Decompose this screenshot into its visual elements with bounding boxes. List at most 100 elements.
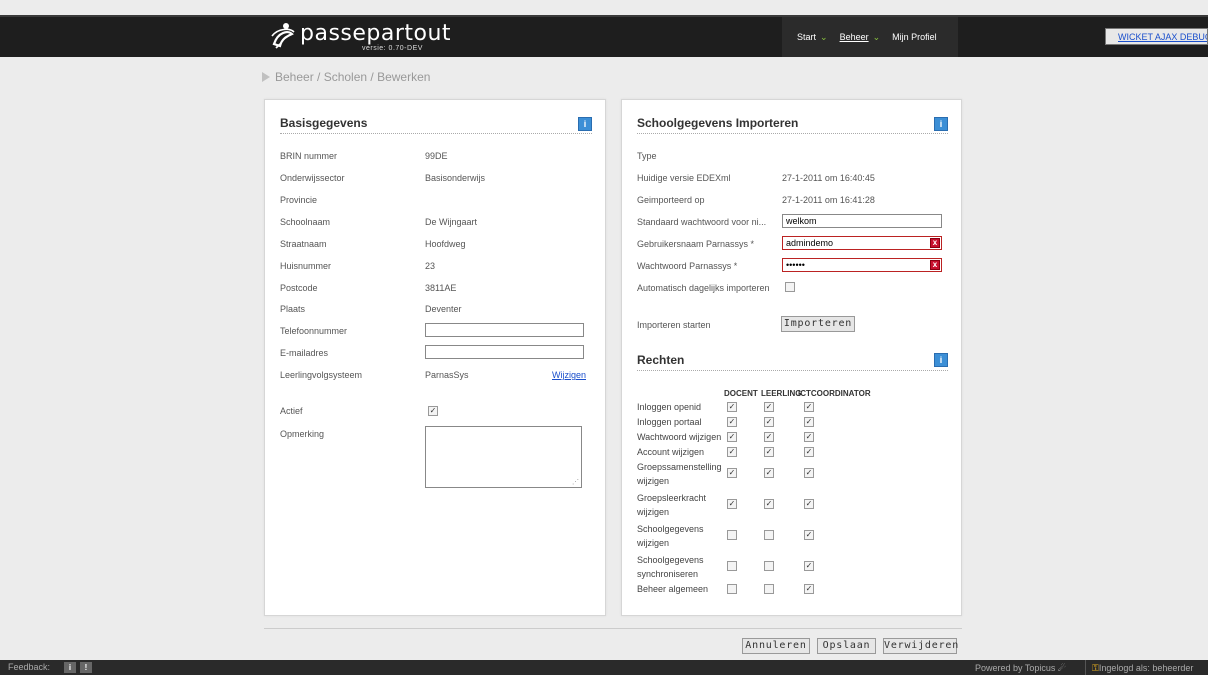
verwijderen-button[interactable]: Verwijderen	[883, 638, 958, 654]
rechten-checkbox-docent[interactable]: ✓	[727, 499, 737, 509]
nav-start-label: Start	[797, 31, 817, 42]
rechten-row-label: Inloggen portaal	[637, 417, 702, 427]
rechten-row-label: Wachtwoord wijzigen	[637, 432, 722, 442]
import-title: Schoolgegevens Importeren	[637, 116, 799, 130]
nav-mijn-profiel[interactable]: Mijn Profiel	[892, 32, 937, 42]
rechten-checkbox-leerling[interactable]: ✓	[764, 402, 774, 412]
actief-label: Actief	[280, 406, 303, 416]
breadcrumb-text: Beheer / Scholen / Bewerken	[275, 70, 431, 84]
rechten-checkbox-ictcoordinator[interactable]: ✓	[804, 468, 814, 478]
geimporteerd-value: 27-1-2011 om 16:41:28	[782, 195, 875, 205]
rechten-checkbox-docent[interactable]: ✓	[727, 432, 737, 442]
resize-grip-icon[interactable]: ⋰	[572, 478, 579, 486]
wicket-ajax-debug-link[interactable]: WICKET AJAX DEBUG	[1105, 28, 1208, 45]
opmerking-label: Opmerking	[280, 429, 325, 439]
huidige-versie-value: 27-1-2011 om 16:40:45	[782, 173, 875, 183]
rechten-checkbox-ictcoordinator[interactable]: ✓	[804, 402, 814, 412]
opmerking-textarea[interactable]: ⋰	[425, 426, 582, 488]
basisgegevens-title: Basisgegevens	[280, 116, 368, 130]
rechten-checkbox-leerling[interactable]: ✓	[764, 499, 774, 509]
logged-in: ⚿Ingelogd als: beheerder	[1092, 663, 1193, 674]
standaard-wachtwoord-input[interactable]	[782, 214, 942, 228]
info-icon[interactable]: i	[934, 117, 948, 131]
rechten-checkbox-leerling[interactable]: ✓	[764, 447, 774, 457]
rechten-checkbox-ictcoordinator[interactable]: ✓	[804, 561, 814, 571]
rechten-checkbox-docent[interactable]	[727, 561, 737, 571]
rechten-row-label: Beheer algemeen	[637, 584, 709, 594]
col-docent: DOCENT	[724, 389, 758, 398]
rechten-checkbox-docent[interactable]: ✓	[727, 447, 737, 457]
info-icon[interactable]: i	[578, 117, 592, 131]
bottom-bar: Feedback: i ! Powered by Topicus ☄ ⚿Inge…	[0, 660, 1208, 675]
chevron-down-icon: ⌄	[820, 31, 828, 42]
straatnaam-label: Straatnaam	[280, 239, 327, 249]
col-leerling: LEERLING	[761, 389, 802, 398]
nav-beheer-label: Beheer	[839, 31, 869, 42]
info-icon[interactable]: i	[934, 353, 948, 367]
rechten-checkbox-docent[interactable]: ✓	[727, 468, 737, 478]
version-label: versie: 0.70-DEV	[362, 45, 423, 52]
gebruikersnaam-input[interactable]	[782, 236, 942, 250]
annuleren-button[interactable]: Annuleren	[742, 638, 810, 654]
rechten-row-label: Inloggen openid	[637, 402, 702, 412]
provincie-label: Provincie	[280, 195, 318, 205]
leerlingvolgsysteem-label: Leerlingvolgsysteem	[280, 370, 363, 380]
rechten-row-label: Account wijzigen	[637, 447, 705, 457]
rechten-checkbox-docent[interactable]: ✓	[727, 402, 737, 412]
passepartout-logo-icon	[271, 23, 295, 49]
nav-start[interactable]: Start ⌄	[797, 32, 828, 43]
huisnummer-value: 23	[425, 261, 436, 271]
feedback-label: Feedback:	[8, 662, 51, 672]
brin-value: 99DE	[425, 151, 448, 161]
rechten-title: Rechten	[637, 353, 685, 367]
feedback-info-icon[interactable]: i	[64, 662, 76, 673]
rechten-checkbox-leerling[interactable]	[764, 584, 774, 594]
automatisch-importeren-checkbox[interactable]	[785, 282, 795, 292]
onderwijssector-value: Basisonderwijs	[425, 173, 486, 183]
rechten-checkbox-leerling[interactable]: ✓	[764, 417, 774, 427]
gebruikersnaam-label: Gebruikersnaam Parnassys *	[637, 239, 755, 249]
rechten-row-label: Schoolgegevens wijzigen	[637, 524, 704, 548]
geimporteerd-label: Geimporteerd op	[637, 195, 705, 205]
powered-by: Powered by Topicus ☄	[975, 663, 1066, 674]
rechten-checkbox-leerling[interactable]	[764, 561, 774, 571]
rechten-checkbox-docent[interactable]	[727, 530, 737, 540]
standaard-wachtwoord-label: Standaard wachtwoord voor ni...	[637, 217, 767, 227]
actief-checkbox[interactable]: ✓	[428, 406, 438, 416]
emailadres-input[interactable]	[425, 345, 584, 359]
plaats-label: Plaats	[280, 304, 306, 314]
automatisch-importeren-label: Automatisch dagelijks importeren	[637, 283, 770, 293]
importeren-button[interactable]: Importeren	[781, 316, 855, 332]
rechten-checkbox-leerling[interactable]	[764, 530, 774, 540]
wachtwoord-input[interactable]	[782, 258, 942, 272]
divider	[637, 133, 948, 134]
rechten-checkbox-leerling[interactable]: ✓	[764, 432, 774, 442]
breadcrumb: Beheer / Scholen / Bewerken	[262, 70, 430, 84]
rechten-row-label: Schoolgegevens synchroniseren	[637, 555, 704, 579]
postcode-value: 3811AE	[425, 283, 457, 293]
opslaan-button[interactable]: Opslaan	[817, 638, 876, 654]
wijzigen-link[interactable]: Wijzigen	[552, 370, 586, 380]
rechten-checkbox-ictcoordinator[interactable]: ✓	[804, 417, 814, 427]
leerlingvolgsysteem-value: ParnasSys	[425, 370, 469, 380]
rechten-checkbox-ictcoordinator[interactable]: ✓	[804, 499, 814, 509]
rechten-checkbox-ictcoordinator[interactable]: ✓	[804, 447, 814, 457]
feedback-alert-icon[interactable]: !	[80, 662, 92, 673]
col-ictcoordinator: ICTCOORDINATOR	[798, 389, 871, 398]
rechten-checkbox-ictcoordinator[interactable]: ✓	[804, 584, 814, 594]
powered-by-label: Powered by Topicus	[975, 663, 1056, 673]
rechten-checkbox-docent[interactable]: ✓	[727, 417, 737, 427]
logo-text: passepartout	[300, 21, 452, 46]
error-icon: x	[930, 238, 940, 248]
telefoonnummer-input[interactable]	[425, 323, 584, 337]
huisnummer-label: Huisnummer	[280, 261, 332, 271]
main-nav: Start ⌄ Beheer ⌄ Mijn Profiel	[782, 17, 958, 57]
emailadres-label: E-mailadres	[280, 348, 329, 358]
postcode-label: Postcode	[280, 283, 318, 293]
chevron-down-icon: ⌄	[872, 31, 881, 42]
rechten-checkbox-ictcoordinator[interactable]: ✓	[804, 530, 814, 540]
rechten-checkbox-ictcoordinator[interactable]: ✓	[804, 432, 814, 442]
rechten-checkbox-docent[interactable]	[727, 584, 737, 594]
nav-beheer[interactable]: Beheer ⌄	[840, 32, 881, 43]
rechten-checkbox-leerling[interactable]: ✓	[764, 468, 774, 478]
